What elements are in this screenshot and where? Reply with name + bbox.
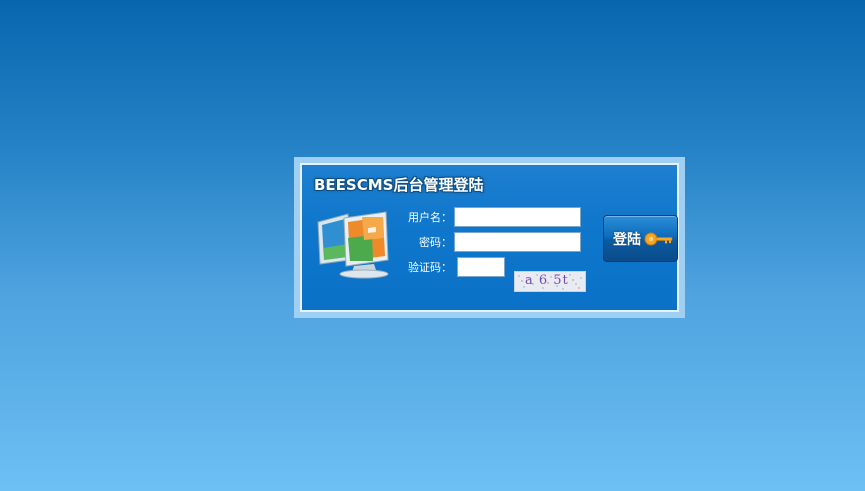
captcha-input[interactable] bbox=[457, 257, 505, 277]
login-panel: BEESCMS后台管理登陆 用户名： 密码： 验证码： a 6 5t 登陆 bbox=[300, 163, 679, 312]
captcha-label: 验证码： bbox=[408, 261, 452, 274]
username-label: 用户名： bbox=[408, 211, 452, 224]
password-input[interactable] bbox=[454, 232, 581, 252]
captcha-text: a 6 5t bbox=[525, 273, 569, 288]
username-input[interactable] bbox=[454, 207, 581, 227]
login-button-label: 登陆 bbox=[613, 231, 641, 248]
key-icon bbox=[644, 232, 673, 245]
captcha-image[interactable]: a 6 5t bbox=[514, 271, 586, 292]
login-frame: BEESCMS后台管理登陆 用户名： 密码： 验证码： a 6 5t 登陆 bbox=[294, 157, 685, 318]
password-row: 密码： bbox=[402, 232, 581, 252]
captcha-row: 验证码： bbox=[402, 257, 505, 277]
computer-monitor-icon bbox=[317, 211, 389, 279]
login-title: BEESCMS后台管理登陆 bbox=[314, 176, 484, 194]
username-row: 用户名： bbox=[402, 207, 581, 227]
password-label: 密码： bbox=[419, 236, 452, 249]
login-button[interactable]: 登陆 bbox=[603, 215, 678, 262]
